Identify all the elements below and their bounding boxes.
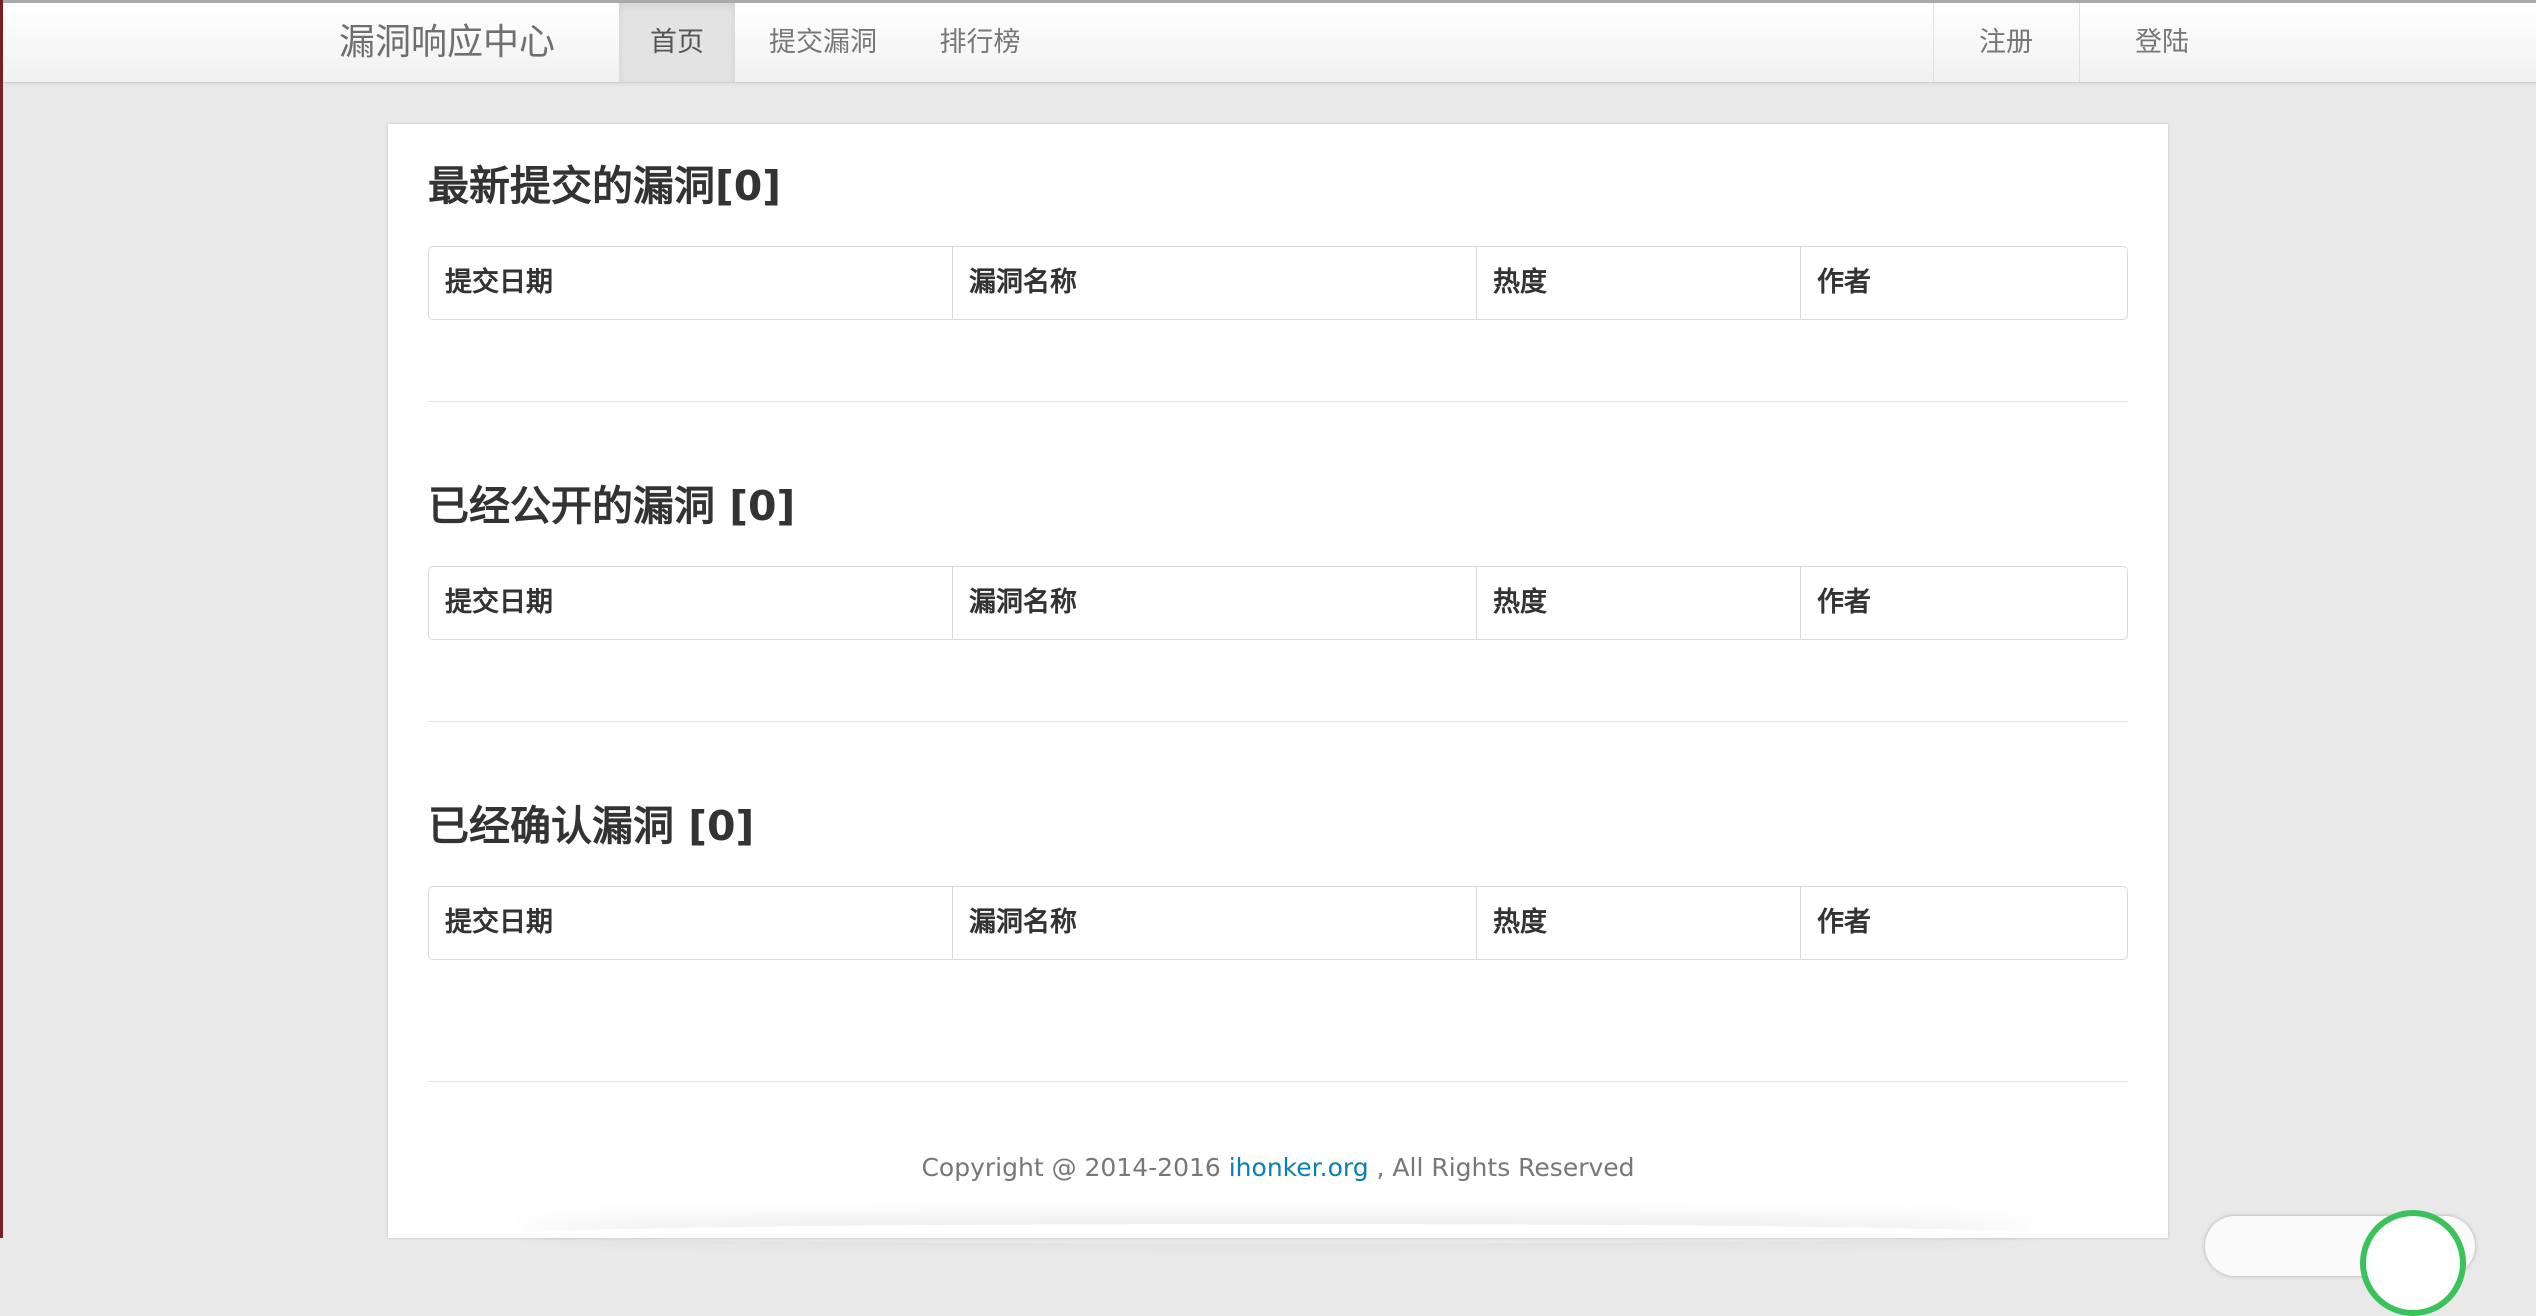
nav-item-submit-vuln[interactable]: 提交漏洞 [751, 3, 895, 82]
nav-item-home[interactable]: 首页 [619, 3, 735, 82]
nav-login-link[interactable]: 登陆 [2089, 3, 2235, 82]
section-divider [428, 401, 2128, 402]
column-header-date: 提交日期 [429, 887, 953, 959]
section-divider [428, 721, 2128, 722]
footer-divider [428, 1081, 2128, 1082]
footer-shadow [518, 1224, 2038, 1244]
nav-separator [1933, 3, 1934, 82]
nav-separator [2079, 3, 2080, 82]
column-header-heat: 热度 [1477, 247, 1801, 319]
column-header-name: 漏洞名称 [953, 887, 1477, 959]
column-header-heat: 热度 [1477, 567, 1801, 639]
confirmed-vulns-table: 提交日期 漏洞名称 热度 作者 [428, 886, 2128, 960]
column-header-name: 漏洞名称 [953, 247, 1477, 319]
footer-copyright-prefix: Copyright @ 2014-2016 [921, 1153, 1229, 1182]
column-header-date: 提交日期 [429, 247, 953, 319]
footer: Copyright @ 2014-2016 ihonker.org , All … [388, 1148, 2168, 1188]
nav-item-ranking[interactable]: 排行榜 [909, 3, 1051, 82]
column-header-date: 提交日期 [429, 567, 953, 639]
window-left-edge [0, 0, 3, 1238]
footer-site-link[interactable]: ihonker.org [1229, 1153, 1369, 1182]
column-header-name: 漏洞名称 [953, 567, 1477, 639]
public-vulns-table: 提交日期 漏洞名称 热度 作者 [428, 566, 2128, 640]
column-header-heat: 热度 [1477, 887, 1801, 959]
nav-register-link[interactable]: 注册 [1938, 3, 2074, 82]
latest-vulns-table: 提交日期 漏洞名称 热度 作者 [428, 246, 2128, 320]
brand-logo-link[interactable]: 漏洞响应中心 [339, 3, 555, 82]
footer-rights-suffix: , All Rights Reserved [1368, 1153, 1635, 1182]
column-header-author: 作者 [1817, 267, 1871, 298]
column-header-author: 作者 [1817, 907, 1871, 938]
navbar: 漏洞响应中心 首页 提交漏洞 排行榜 注册 登陆 [3, 3, 2536, 83]
section-title-confirmed: 已经确认漏洞 [0] [428, 802, 755, 850]
main-panel: 最新提交的漏洞[0] 提交日期 漏洞名称 热度 作者 已经公开的漏洞 [0] 提… [388, 124, 2168, 1238]
section-title-public: 已经公开的漏洞 [0] [428, 482, 796, 530]
progress-ring-icon[interactable] [2360, 1210, 2466, 1316]
section-title-latest: 最新提交的漏洞[0] [428, 162, 782, 210]
column-header-author: 作者 [1817, 587, 1871, 618]
